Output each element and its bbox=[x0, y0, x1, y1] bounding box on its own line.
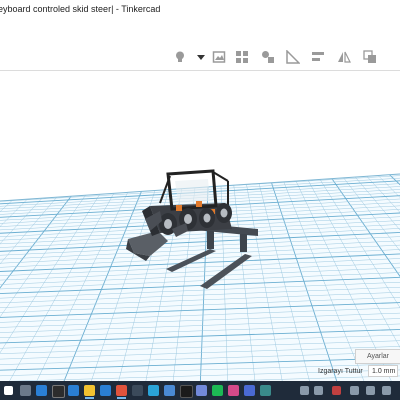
shapes-icon[interactable] bbox=[260, 49, 276, 65]
app-icon[interactable] bbox=[244, 385, 255, 396]
title-bar: eyboard controled skid steer| - Tinkerca… bbox=[0, 0, 400, 21]
snap-grid-dropdown[interactable]: 1.0 mm bbox=[368, 365, 398, 377]
task-view-icon[interactable] bbox=[36, 385, 47, 396]
store-icon[interactable] bbox=[100, 385, 111, 396]
windows-taskbar bbox=[0, 381, 400, 400]
app-icon[interactable] bbox=[132, 385, 143, 396]
triangle-ruler-icon[interactable] bbox=[285, 49, 301, 65]
tray-icon[interactable] bbox=[300, 386, 309, 395]
steam-icon[interactable] bbox=[180, 385, 193, 398]
group-icon[interactable] bbox=[362, 49, 378, 65]
search-icon[interactable] bbox=[20, 385, 31, 396]
image-icon[interactable] bbox=[211, 49, 227, 65]
folder-icon[interactable] bbox=[84, 385, 95, 399]
start-icon[interactable] bbox=[4, 386, 13, 395]
mail-icon[interactable] bbox=[164, 385, 175, 396]
dropdown-arrow-icon[interactable] bbox=[193, 49, 209, 65]
workplane-grid[interactable] bbox=[0, 71, 400, 381]
blocks-icon[interactable] bbox=[234, 49, 250, 65]
lightbulb-icon[interactable] bbox=[172, 49, 188, 65]
app-icon[interactable] bbox=[52, 385, 65, 398]
edge-icon[interactable] bbox=[68, 385, 79, 396]
tray-icon[interactable] bbox=[332, 386, 341, 395]
app-icon[interactable] bbox=[228, 385, 239, 396]
music-icon[interactable] bbox=[212, 385, 223, 396]
discord-icon[interactable] bbox=[196, 385, 207, 396]
app-icon[interactable] bbox=[260, 385, 271, 396]
snap-grid-label: Izgarayı Tuttur bbox=[318, 368, 363, 375]
chrome-icon[interactable] bbox=[116, 385, 127, 399]
view-toolbar bbox=[0, 44, 400, 71]
tray-icon[interactable] bbox=[350, 386, 359, 395]
settings-button[interactable]: Ayarlar bbox=[355, 349, 400, 364]
app-header bbox=[0, 20, 400, 45]
photos-icon[interactable] bbox=[148, 385, 159, 396]
window-title: eyboard controled skid steer| - Tinkerca… bbox=[0, 4, 161, 14]
volume-icon[interactable] bbox=[382, 386, 391, 395]
mirror-icon[interactable] bbox=[336, 49, 352, 65]
align-icon[interactable] bbox=[310, 49, 326, 65]
workplane-viewport[interactable] bbox=[0, 71, 400, 381]
tray-icon[interactable] bbox=[314, 386, 323, 395]
network-icon[interactable] bbox=[366, 386, 375, 395]
